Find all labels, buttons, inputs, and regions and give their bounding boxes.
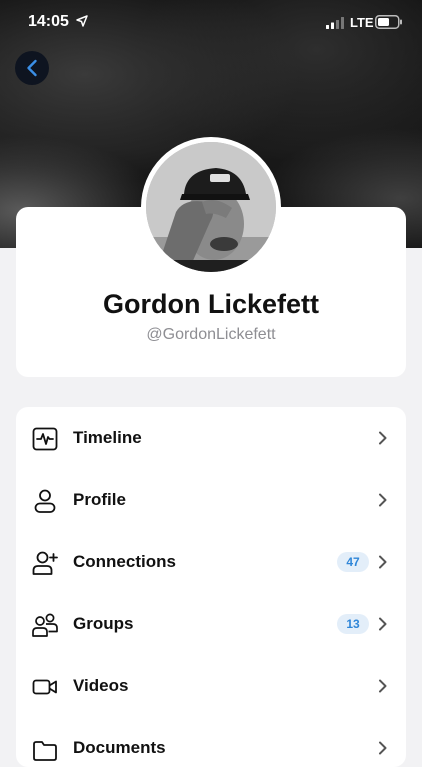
avatar-photo xyxy=(146,142,276,272)
chevron-right-icon xyxy=(379,431,387,445)
menu-item-label: Profile xyxy=(73,490,126,509)
chevron-right-icon xyxy=(379,679,387,693)
signal-icon xyxy=(326,17,344,29)
profile-name: Gordon Lickefett xyxy=(102,289,319,319)
status-bar: 14:05 LTE xyxy=(0,0,422,44)
menu-item-label: Groups xyxy=(73,614,134,633)
activity-icon xyxy=(32,427,58,451)
avatar[interactable] xyxy=(141,137,281,277)
menu-item-label: Videos xyxy=(73,676,129,695)
person-icon xyxy=(34,489,56,513)
chevron-right-icon xyxy=(379,741,387,755)
video-camera-icon xyxy=(32,679,57,695)
menu-item-groups[interactable]: Groups 13 xyxy=(16,593,406,655)
chevron-right-icon xyxy=(379,555,387,569)
menu-item-label: Timeline xyxy=(73,428,142,447)
location-arrow-icon xyxy=(76,15,88,27)
status-time: 14:05 xyxy=(28,13,69,30)
person-add-icon xyxy=(32,551,58,575)
count-badge: 13 xyxy=(337,614,369,634)
profile-menu: Timeline Profile Connections 47 Groups 1… xyxy=(16,407,406,767)
menu-item-label: Documents xyxy=(73,738,166,757)
menu-item-profile[interactable]: Profile xyxy=(16,469,406,531)
chevron-right-icon xyxy=(379,617,387,631)
folder-icon xyxy=(33,741,57,761)
menu-item-videos[interactable]: Videos xyxy=(16,655,406,717)
people-icon xyxy=(32,613,58,637)
menu-item-label: Connections xyxy=(73,552,176,571)
chevron-left-icon xyxy=(27,59,37,77)
battery-icon xyxy=(375,15,402,29)
chevron-right-icon xyxy=(379,493,387,507)
back-button[interactable] xyxy=(15,51,49,85)
profile-handle: @GordonLickefett xyxy=(146,326,276,343)
network-label: LTE xyxy=(350,15,374,30)
menu-item-timeline[interactable]: Timeline xyxy=(16,407,406,469)
menu-item-connections[interactable]: Connections 47 xyxy=(16,531,406,593)
count-badge: 47 xyxy=(337,552,369,572)
menu-item-documents[interactable]: Documents xyxy=(16,717,406,767)
